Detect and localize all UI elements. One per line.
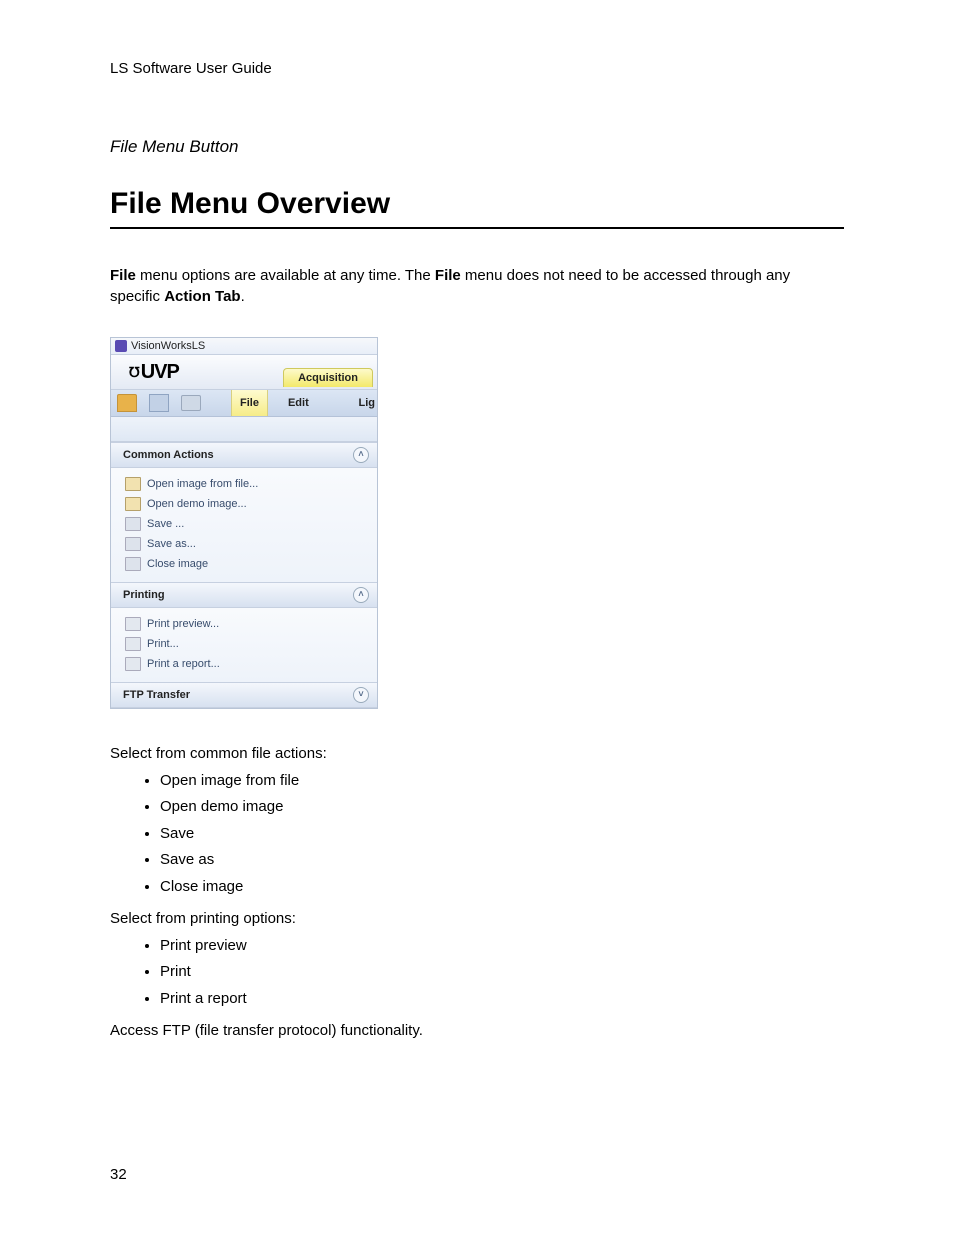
menu-item-open-demo[interactable]: Open demo image... (125, 494, 369, 514)
page-number: 32 (110, 1166, 127, 1183)
panel-ftp-transfer: FTP Transfer ˅ (111, 682, 377, 708)
print-doc-icon (125, 637, 141, 651)
menu-item-open-file[interactable]: Open image from file... (125, 474, 369, 494)
panel-header-ftp[interactable]: FTP Transfer ˅ (111, 683, 377, 708)
body-text: Select from common file actions: Open im… (110, 743, 844, 1043)
open-icon[interactable] (117, 394, 137, 412)
panel-title-printing: Printing (123, 589, 165, 601)
panel-header-printing[interactable]: Printing ˄ (111, 583, 377, 608)
window-title: VisionWorksLS (131, 340, 205, 352)
panel-body-common-actions: Open image from file... Open demo image.… (111, 468, 377, 582)
guide-header: LS Software User Guide (110, 60, 844, 77)
panel-body-printing: Print preview... Print... Print a report… (111, 608, 377, 682)
intro-paragraph: File menu options are available at any t… (110, 265, 844, 307)
menu-lig-button[interactable]: Lig (351, 390, 378, 416)
chevron-up-icon[interactable]: ˄ (353, 587, 369, 603)
menu-item-print[interactable]: Print... (125, 634, 369, 654)
list-item: Print (160, 961, 844, 984)
menu-item-label: Print... (147, 638, 179, 650)
menu-item-close-image[interactable]: Close image (125, 554, 369, 574)
tab-acquisition[interactable]: Acquisition (283, 368, 373, 387)
intro-text-end: . (241, 288, 245, 305)
logo-row: ℧ UVP Acquisition (111, 355, 377, 390)
intro-bold-file-2: File (435, 267, 461, 284)
open-file-icon (125, 477, 141, 491)
app-icon (115, 340, 127, 352)
save-icon[interactable] (149, 394, 169, 412)
open-demo-icon (125, 497, 141, 511)
menu-item-label: Save ... (147, 518, 184, 530)
title-divider (110, 227, 844, 229)
document-page: LS Software User Guide File Menu Button … (0, 0, 954, 1235)
close-image-icon (125, 557, 141, 571)
logo-text: UVP (141, 361, 179, 384)
menu-item-label: Open demo image... (147, 498, 247, 510)
panel-header-common-actions[interactable]: Common Actions ˄ (111, 443, 377, 468)
menu-item-label: Print preview... (147, 618, 219, 630)
chevron-up-icon[interactable]: ˄ (353, 447, 369, 463)
logo-mark-icon: ℧ (129, 364, 139, 381)
print-report-icon (125, 657, 141, 671)
list-item: Print preview (160, 935, 844, 958)
panel-title-ftp: FTP Transfer (123, 689, 190, 701)
list-item: Save as (160, 849, 844, 872)
menu-item-print-preview[interactable]: Print preview... (125, 614, 369, 634)
menu-item-label: Open image from file... (147, 478, 258, 490)
menu-file-button[interactable]: File (231, 390, 268, 416)
menu-item-print-report[interactable]: Print a report... (125, 654, 369, 674)
menu-item-save-as[interactable]: Save as... (125, 534, 369, 554)
list-item: Print a report (160, 988, 844, 1011)
section-subtitle: File Menu Button (110, 137, 844, 157)
intro-bold-actiontab: Action Tab (164, 288, 240, 305)
intro-bold-file-1: File (110, 267, 136, 284)
select-common-label: Select from common file actions: (110, 743, 844, 766)
embedded-screenshot: VisionWorksLS ℧ UVP Acquisition File Edi… (110, 337, 378, 709)
toolbar: File Edit Lig (111, 390, 377, 417)
menu-item-label: Close image (147, 558, 208, 570)
save-file-icon (125, 517, 141, 531)
list-item: Open image from file (160, 770, 844, 793)
list-item: Close image (160, 876, 844, 899)
panel-printing: Printing ˄ Print preview... Print... Pri… (111, 582, 377, 682)
menu-item-label: Print a report... (147, 658, 220, 670)
list-item: Save (160, 823, 844, 846)
menu-item-label: Save as... (147, 538, 196, 550)
common-actions-list: Open image from file Open demo image Sav… (160, 770, 844, 899)
select-printing-label: Select from printing options: (110, 908, 844, 931)
page-title: File Menu Overview (110, 187, 844, 221)
save-as-icon (125, 537, 141, 551)
panel-title-common-actions: Common Actions (123, 449, 214, 461)
menu-edit-button[interactable]: Edit (280, 390, 317, 416)
uvp-logo: ℧ UVP (129, 361, 179, 384)
print-icon[interactable] (181, 395, 201, 411)
list-item: Open demo image (160, 796, 844, 819)
chevron-down-icon[interactable]: ˅ (353, 687, 369, 703)
window-titlebar: VisionWorksLS (111, 338, 377, 355)
menu-item-save[interactable]: Save ... (125, 514, 369, 534)
ftp-line: Access FTP (file transfer protocol) func… (110, 1020, 844, 1043)
intro-text-1: menu options are available at any time. … (136, 267, 435, 284)
panel-common-actions: Common Actions ˄ Open image from file...… (111, 442, 377, 582)
print-preview-icon (125, 617, 141, 631)
printing-list: Print preview Print Print a report (160, 935, 844, 1011)
toolbar-spacer-strip (111, 417, 377, 442)
